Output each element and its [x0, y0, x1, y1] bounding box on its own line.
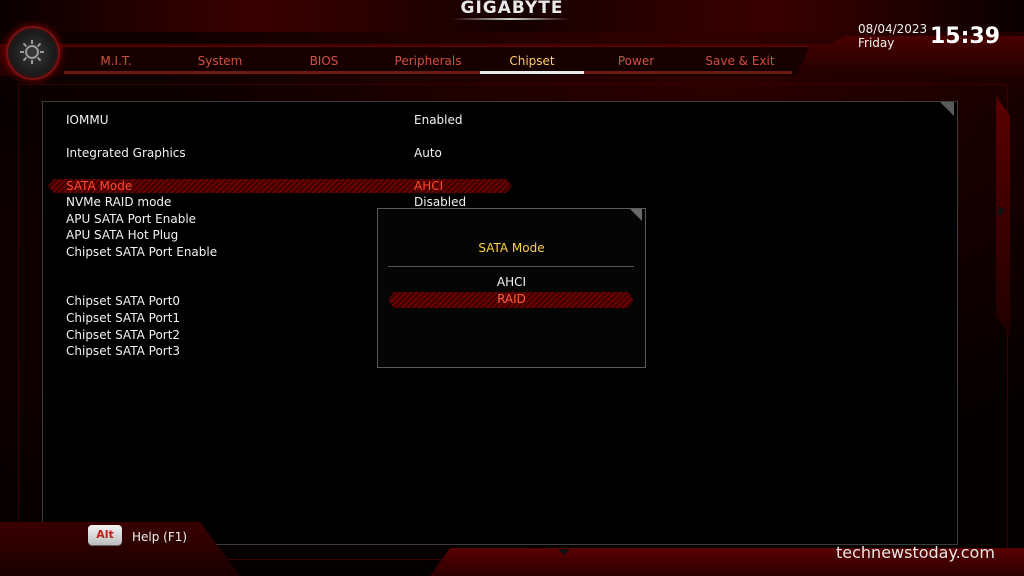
- chevron-down-icon[interactable]: [558, 549, 570, 555]
- main-tabs: M.I.T. System BIOS Peripherals Chipset P…: [64, 54, 792, 74]
- setting-sata-mode-label[interactable]: SATA Mode: [66, 178, 132, 194]
- setting-integrated-graphics-label[interactable]: Integrated Graphics: [66, 145, 186, 161]
- watermark: technewstoday.com: [836, 543, 995, 562]
- setting-chipset-sata-port0[interactable]: Chipset SATA Port0: [66, 293, 180, 309]
- setting-chipset-sata-port1[interactable]: Chipset SATA Port1: [66, 310, 180, 326]
- clock-time: 15:39: [930, 24, 1001, 49]
- popup-title: SATA Mode: [478, 241, 545, 255]
- panel-corner: [940, 102, 954, 116]
- brand-logo: GIGABYTE: [460, 0, 564, 18]
- tab-save-exit[interactable]: Save & Exit: [688, 54, 792, 74]
- popup-option-ahci[interactable]: AHCI: [377, 274, 646, 290]
- tab-system[interactable]: System: [168, 54, 272, 74]
- setting-sata-mode-value[interactable]: AHCI: [414, 178, 443, 194]
- tab-peripherals[interactable]: Peripherals: [376, 54, 480, 74]
- tab-chipset[interactable]: Chipset: [480, 54, 584, 74]
- setting-chipset-sata-port-enable[interactable]: Chipset SATA Port Enable: [66, 244, 217, 260]
- date-display: 08/04/2023 Friday: [858, 22, 927, 50]
- setting-iommu-label[interactable]: IOMMU: [66, 112, 108, 128]
- chevron-right-icon[interactable]: [998, 205, 1005, 217]
- setting-chipset-sata-port2[interactable]: Chipset SATA Port2: [66, 327, 180, 343]
- popup-option-raid[interactable]: RAID: [377, 291, 646, 307]
- setting-chipset-sata-port3[interactable]: Chipset SATA Port3: [66, 343, 180, 359]
- popup-corner: [630, 209, 642, 221]
- alt-key-icon[interactable]: Alt: [88, 525, 122, 545]
- date-text: 08/04/2023: [858, 22, 928, 36]
- setting-apu-sata-hot-plug[interactable]: APU SATA Hot Plug: [66, 227, 178, 243]
- tab-bios[interactable]: BIOS: [272, 54, 376, 74]
- setting-nvme-raid-label[interactable]: NVMe RAID mode: [66, 194, 171, 210]
- setting-integrated-graphics-value[interactable]: Auto: [414, 145, 442, 161]
- help-hint[interactable]: Help (F1): [132, 530, 187, 544]
- gear-icon[interactable]: [6, 26, 60, 80]
- day-text: Friday: [858, 36, 895, 50]
- popup-divider: [388, 266, 634, 267]
- bios-screen: GIGABYTE M.I.T. System BIOS Peripherals …: [0, 0, 1024, 576]
- setting-iommu-value[interactable]: Enabled: [414, 112, 463, 128]
- tab-mit[interactable]: M.I.T.: [64, 54, 168, 74]
- tab-power[interactable]: Power: [584, 54, 688, 74]
- logo-underline: [452, 18, 570, 20]
- setting-apu-sata-port-enable[interactable]: APU SATA Port Enable: [66, 211, 196, 227]
